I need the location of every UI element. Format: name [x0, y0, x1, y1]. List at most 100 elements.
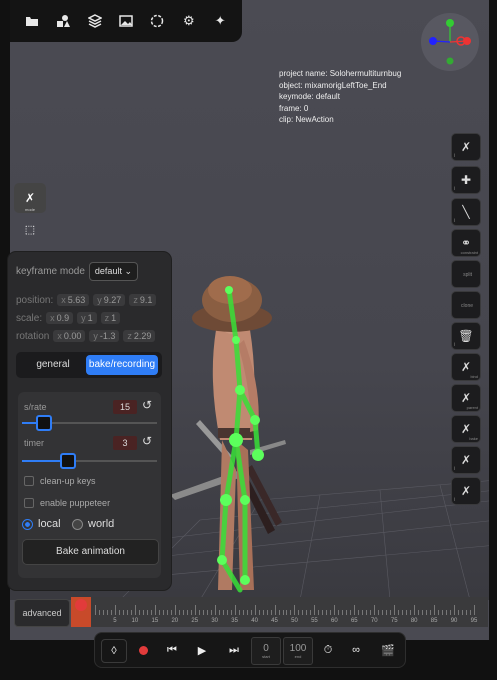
frame-tick: [338, 610, 340, 615]
frame-tick: [102, 610, 104, 615]
frame-tick: [126, 610, 128, 615]
frame-tick: [95, 605, 96, 615]
advanced-button[interactable]: advanced: [14, 599, 70, 627]
frame-tick: [170, 610, 172, 615]
timer-value[interactable]: 3: [113, 436, 137, 450]
rig-tool-button[interactable]: ✗ i: [451, 133, 481, 161]
rate-slider-handle[interactable]: [36, 415, 52, 431]
draw-tool-button[interactable]: ╲ i: [451, 198, 481, 226]
rig-mode-label: mode: [24, 207, 35, 212]
frame-number: 75: [390, 618, 398, 624]
keyframe-panel: keyframe mode default ⌄ position: x 5.63 …: [8, 252, 171, 590]
rotation-z[interactable]: z 2.29: [123, 330, 156, 342]
ik-tool-button[interactable]: ✗ i: [451, 446, 481, 474]
retarget-tool-button[interactable]: ✗ i: [451, 477, 481, 505]
frame-tick: [114, 605, 116, 615]
frame-ruler[interactable]: 5 10 15 20 25 30 35 40 45 50 55 60 65 70 75 80 85 90 95: [71, 597, 488, 627]
parent-tool-button[interactable]: ✗ parent: [451, 384, 481, 412]
image-icon[interactable]: [115, 10, 137, 32]
position-label: position:: [16, 294, 54, 306]
split-tool-button[interactable]: split: [451, 260, 481, 288]
key-diamond-button[interactable]: ◊: [101, 639, 127, 663]
frame-tick: [138, 610, 140, 615]
rotation-x[interactable]: x 0.00: [53, 330, 86, 342]
folder-icon[interactable]: [21, 10, 43, 32]
pen-icon: ╲: [462, 205, 470, 219]
frame-tick: [278, 610, 280, 615]
cleanup-keys-option[interactable]: clean-up keys: [24, 476, 96, 486]
puppeteer-checkbox[interactable]: [24, 498, 34, 508]
scale-z[interactable]: z1: [100, 312, 121, 324]
rotation-y[interactable]: y -1.3: [89, 330, 120, 342]
world-radio[interactable]: [72, 518, 83, 530]
scale-x[interactable]: x 0.9: [46, 312, 74, 324]
position-y[interactable]: y 9.27: [93, 294, 126, 306]
object-name: object: mixamorigLeftToe_End: [279, 80, 387, 90]
chevron-down-icon: ⌄: [124, 266, 133, 276]
timer-reset-icon[interactable]: ↺: [142, 434, 152, 448]
space-world-option[interactable]: world: [72, 518, 114, 530]
record-button[interactable]: [133, 639, 153, 661]
layers-icon[interactable]: [84, 10, 106, 32]
clone-tool-button[interactable]: clone: [451, 291, 481, 319]
select-box-button[interactable]: ⬚: [14, 214, 46, 244]
bind-tool-button[interactable]: ✗ bind: [451, 353, 481, 381]
timer-button[interactable]: ⏱: [319, 639, 337, 661]
scale-y[interactable]: y1: [77, 312, 97, 324]
playhead-marker[interactable]: [75, 599, 87, 611]
puppeteer-option[interactable]: enable puppeteer: [24, 498, 110, 508]
next-button[interactable]: ⏭: [225, 639, 243, 661]
frame-tick: [418, 610, 420, 615]
position-x[interactable]: x 5.63: [57, 294, 90, 306]
bake-label: bake: [469, 436, 478, 441]
tab-bake-recording[interactable]: bake/recording: [86, 355, 158, 375]
start-frame-field[interactable]: 0 start: [251, 637, 281, 665]
aperture-icon[interactable]: [146, 10, 168, 32]
frame-tick: [350, 610, 352, 615]
record-icon: [138, 645, 148, 655]
frame-tick: [430, 610, 432, 615]
frame-tick: [238, 610, 240, 615]
gear-icon[interactable]: ⚙: [178, 10, 200, 32]
frame-tick: [258, 610, 260, 615]
frame-number: 15: [151, 618, 159, 624]
previous-button[interactable]: ⏮: [163, 639, 181, 661]
cleanup-checkbox[interactable]: [24, 476, 34, 486]
frame-tick: [294, 605, 296, 615]
frame-number: 20: [171, 618, 179, 624]
constraint-tool-button[interactable]: ⚭ constraint: [451, 229, 481, 257]
frame-tick: [118, 610, 120, 615]
play-button[interactable]: ▶: [193, 639, 211, 661]
position-z[interactable]: z 9.1: [129, 294, 157, 306]
tab-general[interactable]: general: [20, 355, 86, 375]
frame-number: 50: [291, 618, 298, 624]
end-frame-field[interactable]: 100 end: [283, 637, 313, 665]
keyframe-mode-select[interactable]: default ⌄: [88, 262, 139, 281]
loop-button[interactable]: ∞: [347, 639, 365, 661]
position-z-value: 9.1: [139, 295, 153, 305]
shapes-icon[interactable]: [52, 10, 74, 32]
frame-tick: [406, 610, 408, 615]
frame-tick: [154, 605, 156, 615]
rig-mode-button[interactable]: ✗ mode: [14, 183, 46, 213]
sparkle-icon[interactable]: ✦: [209, 10, 231, 32]
local-radio[interactable]: [22, 518, 33, 530]
space-local-option[interactable]: local: [22, 518, 61, 530]
bake-tool-button[interactable]: ✗ bake: [451, 415, 481, 443]
frame-tick: [106, 610, 108, 615]
rate-value[interactable]: 15: [113, 400, 137, 414]
clip-button[interactable]: 🎬: [379, 639, 397, 661]
bake-animation-button[interactable]: Bake animation: [22, 539, 159, 565]
transport-bar: ◊ ⏮ ▶ ⏭ 0 start 100 end ⏱ ∞ 🎬: [94, 632, 406, 668]
local-label: local: [38, 518, 61, 530]
rotation-row: rotation x 0.00 y -1.3 z 2.29: [16, 330, 156, 342]
frame-number: 25: [191, 618, 199, 624]
frame-info: frame: 0: [279, 103, 309, 113]
frame-tick: [346, 610, 348, 615]
delete-tool-button[interactable]: 🗑 i: [451, 322, 481, 350]
rate-reset-icon[interactable]: ↺: [142, 398, 152, 412]
orientation-gizmo[interactable]: [421, 13, 479, 71]
frame-tick: [190, 610, 192, 615]
move-tool-button[interactable]: ✚ i: [451, 166, 481, 194]
timer-slider-handle[interactable]: [60, 453, 76, 469]
